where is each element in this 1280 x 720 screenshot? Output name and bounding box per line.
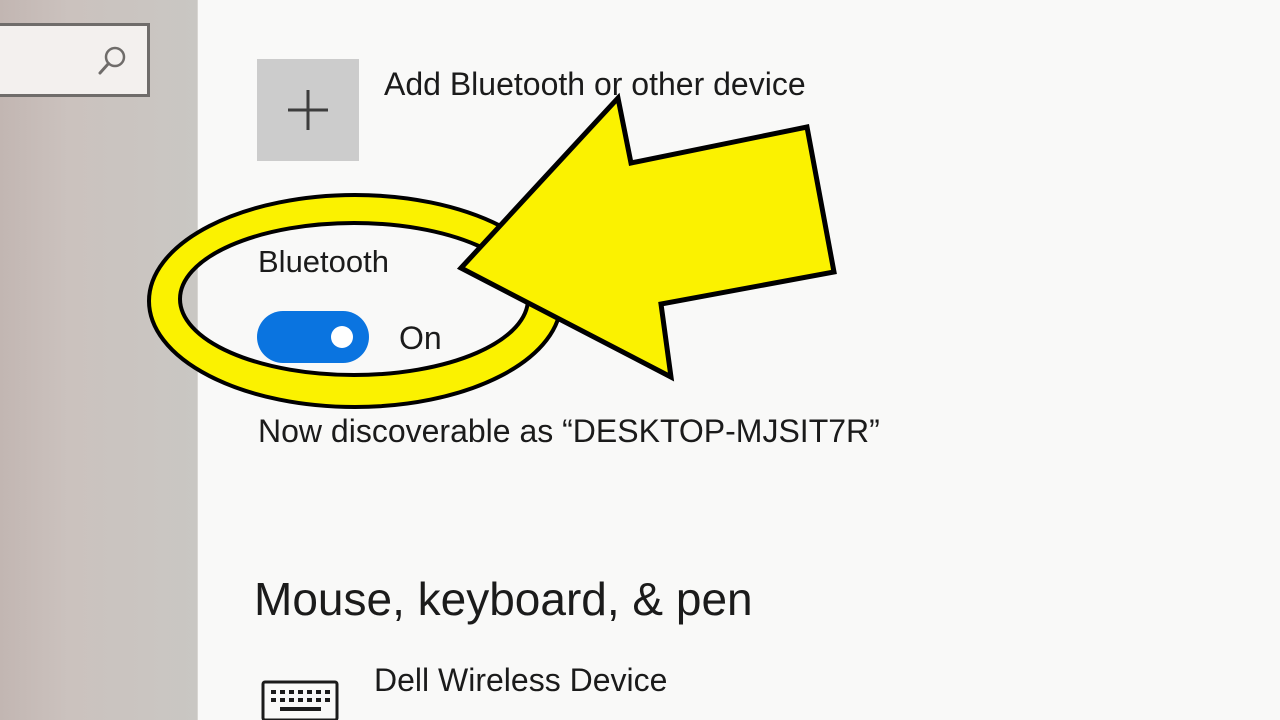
toggle-knob [331, 326, 353, 348]
device-list-item[interactable]: Dell Wireless Device [374, 662, 667, 699]
add-device-button[interactable] [257, 59, 359, 161]
discoverable-status: Now discoverable as “DESKTOP-MJSIT7R” [258, 413, 880, 449]
search-input[interactable] [0, 23, 150, 97]
plus-icon [288, 90, 328, 130]
bluetooth-toggle[interactable] [257, 311, 369, 363]
section-heading: Mouse, keyboard, & pen [254, 573, 753, 625]
settings-window: Add Bluetooth or other device Bluetooth … [0, 0, 1280, 720]
sidebar [0, 0, 198, 720]
search-icon[interactable] [97, 45, 127, 79]
keyboard-icon [261, 680, 339, 720]
toggle-state-label: On [399, 320, 442, 356]
add-device-label[interactable]: Add Bluetooth or other device [384, 66, 806, 103]
bluetooth-label: Bluetooth [258, 244, 389, 279]
